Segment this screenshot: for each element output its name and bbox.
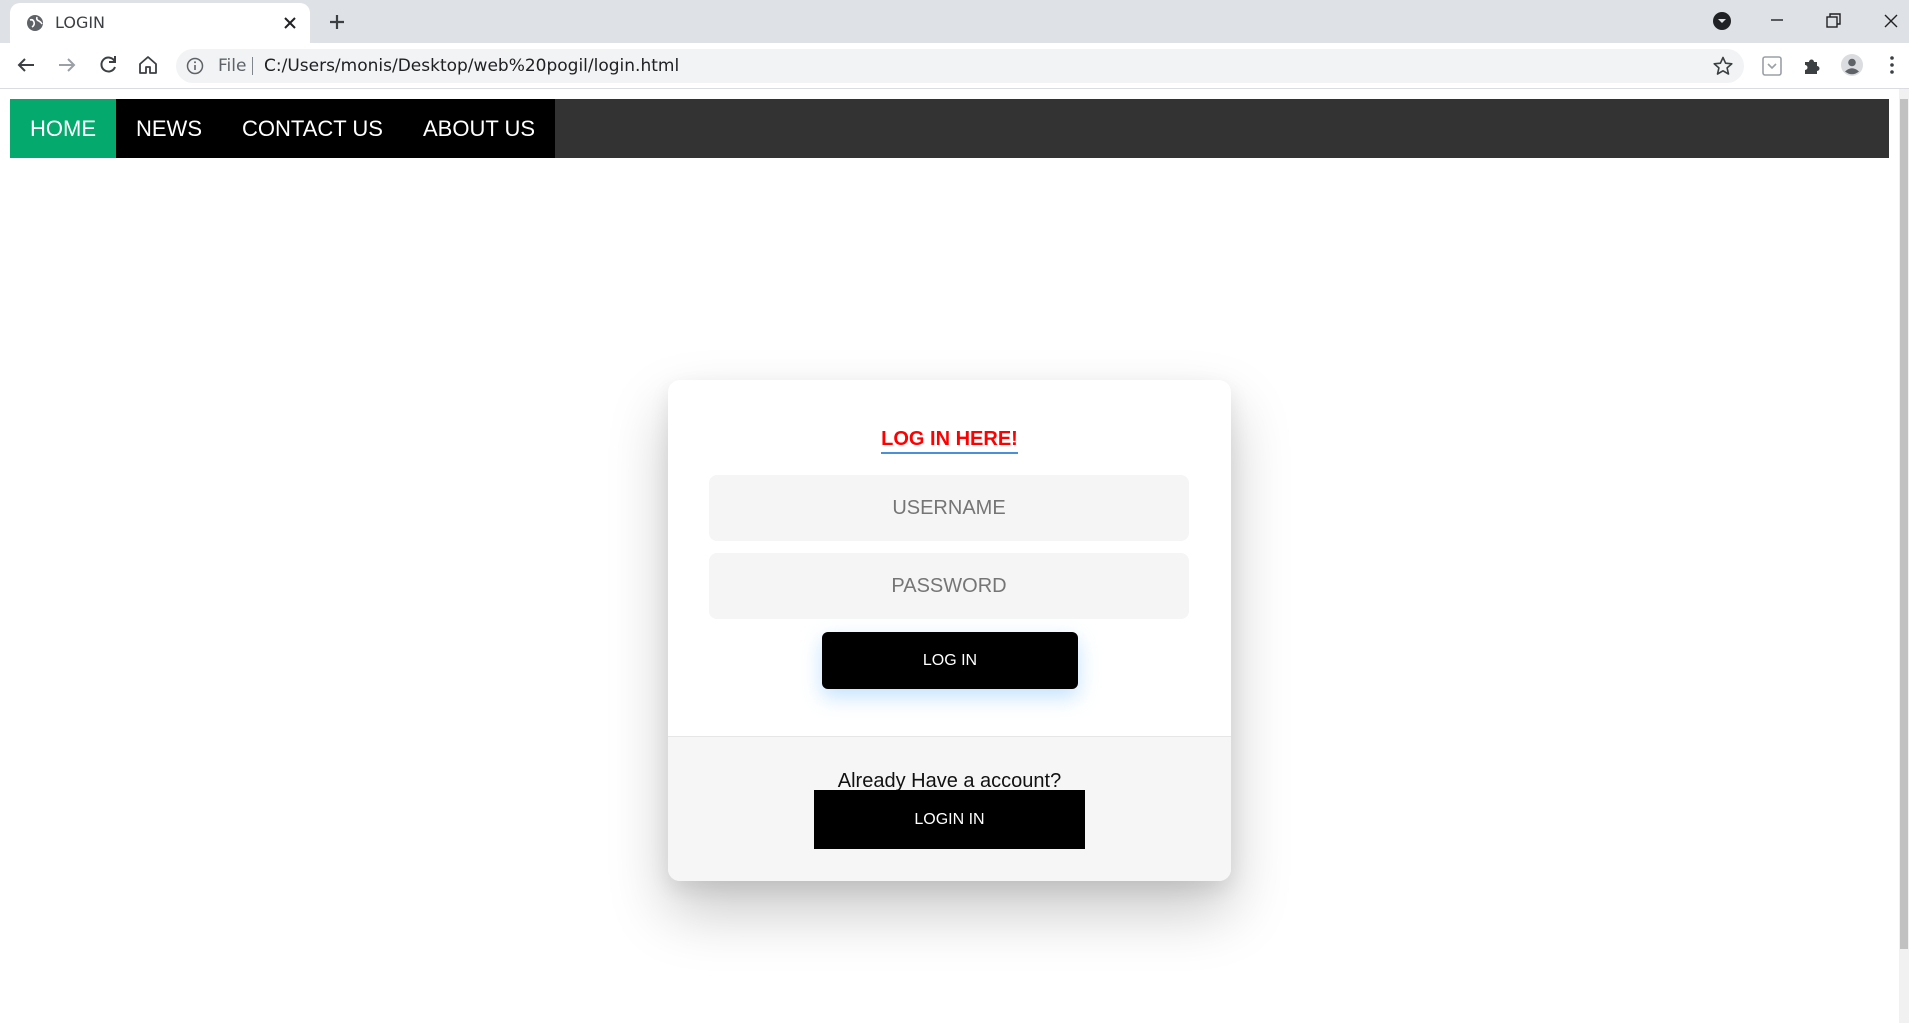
login-in-button[interactable]: LOGIN IN xyxy=(814,790,1085,849)
tab-title: LOGIN xyxy=(55,13,106,32)
url-separator xyxy=(252,57,253,75)
page-viewport: HOME NEWS CONTACT US ABOUT US LOG IN HER… xyxy=(0,89,1909,1023)
restore-icon[interactable] xyxy=(1818,6,1848,36)
scrollbar-thumb[interactable] xyxy=(1900,99,1908,949)
page-scrollbar[interactable] xyxy=(1899,89,1909,1023)
browser-tab[interactable]: LOGIN xyxy=(10,3,310,43)
address-bar[interactable]: File C:/Users/monis/Desktop/web%20pogil/… xyxy=(176,49,1744,83)
login-title-text: LOG IN HERE! xyxy=(881,428,1018,454)
reload-icon[interactable] xyxy=(96,53,120,77)
login-card-footer: Already Have a account? LOGIN IN xyxy=(668,736,1231,881)
log-in-button[interactable]: LOG IN xyxy=(822,632,1078,689)
top-navbar: HOME NEWS CONTACT US ABOUT US xyxy=(10,99,1889,158)
browser-tab-strip: LOGIN xyxy=(0,0,1909,43)
window-close-icon[interactable] xyxy=(1876,6,1906,36)
arrow-right-icon[interactable] xyxy=(55,53,79,77)
url-text[interactable]: C:/Users/monis/Desktop/web%20pogil/login… xyxy=(264,56,679,76)
password-input[interactable] xyxy=(709,553,1189,619)
login-card: LOG IN HERE! LOG IN Already Have a accou… xyxy=(668,380,1231,881)
username-input[interactable] xyxy=(709,475,1189,541)
minimize-icon[interactable] xyxy=(1762,6,1792,36)
nav-item-home[interactable]: HOME xyxy=(10,99,116,158)
home-icon[interactable] xyxy=(136,53,160,77)
arrow-left-icon[interactable] xyxy=(14,53,38,77)
browser-toolbar: File C:/Users/monis/Desktop/web%20pogil/… xyxy=(0,43,1909,89)
nav-item-news[interactable]: NEWS xyxy=(116,99,222,158)
globe-icon xyxy=(27,15,43,31)
person-icon[interactable] xyxy=(1840,53,1864,77)
puzzle-icon[interactable] xyxy=(1800,54,1824,78)
close-icon[interactable] xyxy=(280,13,300,33)
info-icon[interactable] xyxy=(186,57,204,75)
login-title: LOG IN HERE! xyxy=(668,428,1231,454)
star-icon[interactable] xyxy=(1712,55,1734,77)
pocket-icon[interactable] xyxy=(1760,54,1784,78)
nav-item-contact-us[interactable]: CONTACT US xyxy=(222,99,403,158)
chevron-down-icon[interactable] xyxy=(1707,6,1737,36)
nav-item-about-us[interactable]: ABOUT US xyxy=(402,99,556,158)
kebab-menu-icon[interactable] xyxy=(1880,53,1904,77)
plus-icon[interactable] xyxy=(325,10,349,34)
url-scheme: File xyxy=(218,56,247,76)
